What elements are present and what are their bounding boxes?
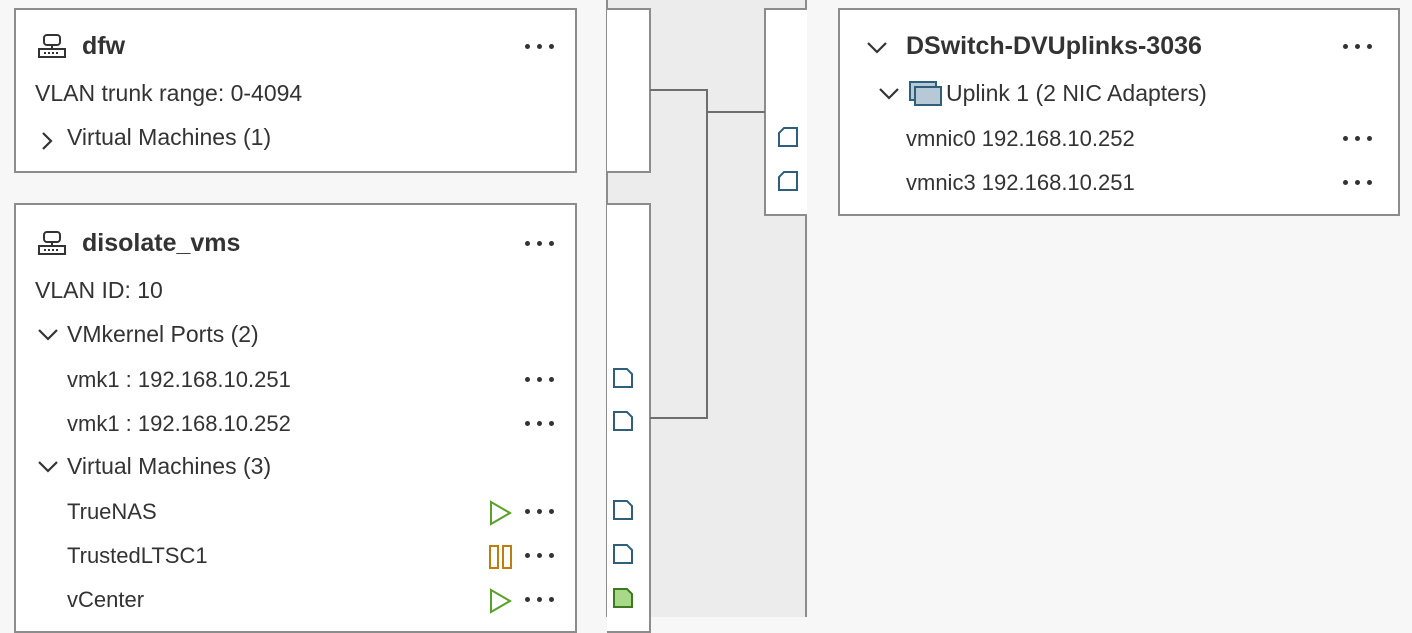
vlan-detail: VLAN trunk range: 0-4094 <box>35 80 303 106</box>
chevron-right-icon[interactable] <box>40 130 54 152</box>
portgroup-title[interactable]: dfw <box>82 32 125 61</box>
vm-item[interactable]: vCenter <box>67 587 144 613</box>
port-icon[interactable] <box>612 543 634 565</box>
more-actions-button[interactable] <box>1341 41 1375 53</box>
more-actions-button[interactable] <box>523 238 557 250</box>
more-actions-button[interactable] <box>1341 177 1375 189</box>
port-icon[interactable] <box>612 499 634 521</box>
uplink-label[interactable]: Uplink 1 (2 NIC Adapters) <box>946 80 1207 107</box>
connector-line <box>706 111 765 113</box>
vmkernel-section-toggle[interactable]: VMkernel Ports (2) <box>67 321 259 348</box>
nic-item[interactable]: vmnic3 192.168.10.251 <box>906 170 1135 196</box>
vlan-detail: VLAN ID: 10 <box>35 277 163 303</box>
vm-section-toggle[interactable]: Virtual Machines (3) <box>67 453 271 480</box>
dfw-port-block <box>607 8 651 173</box>
more-actions-button[interactable] <box>523 594 557 606</box>
vm-item[interactable]: TrustedLTSC1 <box>67 543 208 569</box>
vmkernel-port-item[interactable]: vmk1 : 192.168.10.252 <box>67 411 291 437</box>
more-actions-button[interactable] <box>523 506 557 518</box>
more-actions-button[interactable] <box>523 418 557 430</box>
vm-item[interactable]: TrueNAS <box>67 499 157 525</box>
portgroup-icon <box>38 34 66 58</box>
portgroup-card-disolate-vms: disolate_vms VLAN ID: 10 VMkernel Ports … <box>14 203 577 633</box>
port-icon[interactable] <box>612 367 634 389</box>
chevron-down-icon[interactable] <box>865 40 889 56</box>
play-icon <box>490 588 512 614</box>
chevron-down-icon[interactable] <box>877 86 901 102</box>
uplinks-card: DSwitch-DVUplinks-3036 Uplink 1 (2 NIC A… <box>838 8 1400 216</box>
connector-trunk <box>706 89 708 419</box>
more-actions-button[interactable] <box>523 41 557 53</box>
portgroup-card-dfw: dfw VLAN trunk range: 0-4094 Virtual Mac… <box>14 8 577 173</box>
more-actions-button[interactable] <box>1341 133 1375 145</box>
nic-item[interactable]: vmnic0 192.168.10.252 <box>906 126 1135 152</box>
pause-icon <box>489 545 512 569</box>
more-actions-button[interactable] <box>523 374 557 386</box>
uplinks-title[interactable]: DSwitch-DVUplinks-3036 <box>906 32 1202 61</box>
chevron-down-icon[interactable] <box>36 327 60 343</box>
uplink-icon <box>909 81 942 106</box>
portgroup-icon <box>38 231 66 255</box>
uplink-port-icon[interactable] <box>777 126 799 148</box>
uplink-port-icon[interactable] <box>777 170 799 192</box>
port-active-icon[interactable] <box>612 587 634 609</box>
portgroup-title[interactable]: disolate_vms <box>82 229 240 258</box>
chevron-down-icon[interactable] <box>36 459 60 475</box>
vmkernel-port-item[interactable]: vmk1 : 192.168.10.251 <box>67 367 291 393</box>
play-icon <box>490 500 512 526</box>
connector-line <box>650 89 708 91</box>
connector-line <box>650 417 708 419</box>
more-actions-button[interactable] <box>523 550 557 562</box>
vm-section-toggle[interactable]: Virtual Machines (1) <box>67 124 271 151</box>
port-icon[interactable] <box>612 410 634 432</box>
